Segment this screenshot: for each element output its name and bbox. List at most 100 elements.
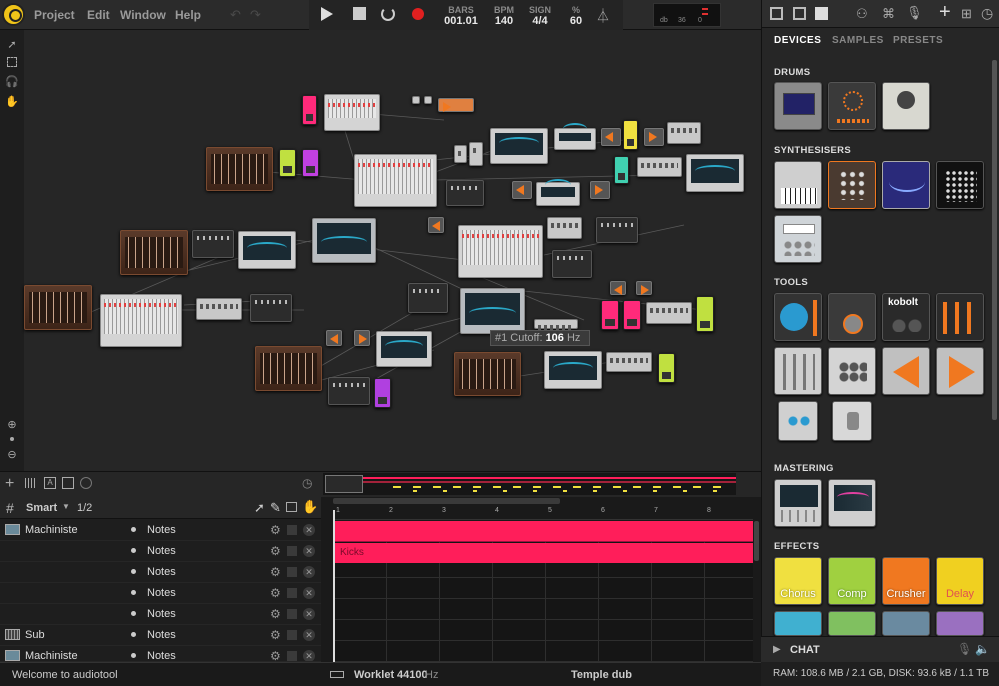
menu-edit[interactable]: Edit: [87, 8, 110, 22]
gear-icon[interactable]: ⚙: [270, 544, 281, 558]
device-panner-right[interactable]: [354, 330, 370, 346]
clock-icon[interactable]: ◷: [302, 476, 312, 490]
note-clip-kicks[interactable]: Kicks: [335, 543, 753, 563]
device-mixer[interactable]: [458, 225, 543, 278]
effect-tile[interactable]: [882, 611, 930, 636]
device-pedal[interactable]: [658, 353, 675, 383]
device-tiny[interactable]: [412, 96, 420, 104]
device-dark-box[interactable]: [408, 283, 448, 313]
device-machiniste[interactable]: [24, 285, 92, 330]
gear-icon[interactable]: ⚙: [270, 586, 281, 600]
close-icon[interactable]: ✕: [303, 524, 315, 536]
bars-value[interactable]: 001.01: [439, 15, 483, 27]
device-panner-left[interactable]: [428, 217, 444, 233]
mute-toggle[interactable]: [287, 546, 297, 556]
zoom-in-icon[interactable]: ⊕: [5, 418, 19, 432]
device-eq[interactable]: [544, 351, 602, 389]
panel-scrollbar[interactable]: [992, 60, 997, 420]
history-icon[interactable]: ◷: [981, 5, 993, 22]
add-icon[interactable]: +: [939, 1, 951, 24]
device-small-box[interactable]: [547, 217, 582, 239]
network-icon[interactable]: ⌘: [882, 6, 895, 22]
track-row[interactable]: Notes ⚙ ✕: [0, 583, 321, 604]
mastering-tile[interactable]: [774, 479, 822, 527]
device-dark-box[interactable]: [446, 180, 484, 206]
effect-comp-tile[interactable]: Comp: [828, 557, 876, 605]
select-tool-icon[interactable]: [7, 57, 17, 67]
device-panner-right[interactable]: [644, 128, 664, 146]
synth-tile[interactable]: [774, 161, 822, 209]
mute-toggle[interactable]: [287, 588, 297, 598]
tool-tile[interactable]: [936, 347, 984, 395]
swing-value[interactable]: 60: [564, 15, 588, 27]
effect-crusher-tile[interactable]: Crusher: [882, 557, 930, 605]
device-eq[interactable]: [536, 179, 580, 206]
device-pedal[interactable]: [614, 156, 629, 184]
pointer-tool-icon[interactable]: ➚: [5, 38, 19, 52]
device-eq[interactable]: [554, 123, 596, 150]
device-panner-right[interactable]: [636, 281, 652, 295]
device-small-box[interactable]: [667, 122, 701, 144]
stop-icon[interactable]: [353, 7, 366, 20]
device-machiniste[interactable]: [206, 147, 273, 191]
device-synth[interactable]: [312, 218, 376, 263]
tool-tile[interactable]: [774, 293, 822, 341]
track-row[interactable]: Machiniste Notes ⚙ ✕: [0, 646, 321, 662]
tool-tile[interactable]: [832, 401, 872, 441]
device-pedal[interactable]: [279, 149, 296, 177]
device-pedal[interactable]: [374, 378, 391, 408]
undo-icon[interactable]: ↶: [230, 7, 241, 23]
close-icon[interactable]: ✕: [303, 545, 315, 557]
synth-tile[interactable]: [774, 215, 822, 263]
device-pedal[interactable]: [623, 300, 641, 330]
drum-machine-tile[interactable]: [882, 82, 930, 130]
synth-tile[interactable]: [936, 161, 984, 209]
mastering-tile[interactable]: [828, 479, 876, 527]
track-row[interactable]: Notes ⚙ ✕: [0, 604, 321, 625]
gear-icon[interactable]: ⚙: [270, 523, 281, 537]
menu-help[interactable]: Help: [175, 8, 201, 22]
tool-tile[interactable]: [774, 347, 822, 395]
device-panner-left[interactable]: [512, 181, 532, 199]
audio-clip-icon[interactable]: [62, 477, 74, 489]
device-machiniste[interactable]: [255, 346, 322, 391]
device-tiny[interactable]: [469, 142, 483, 166]
timeline-ruler[interactable]: 1 2 3 4 5 6 7 8: [333, 506, 753, 520]
chat-expand-icon[interactable]: ▶: [773, 644, 781, 655]
smart-label[interactable]: Smart: [26, 502, 57, 514]
synth-tile[interactable]: [882, 161, 930, 209]
audiotool-logo-icon[interactable]: [2, 3, 25, 26]
layout-3-icon[interactable]: [815, 7, 828, 20]
tool-tile[interactable]: kobolt: [882, 293, 930, 341]
effect-tile[interactable]: [828, 611, 876, 636]
mute-toggle[interactable]: [287, 609, 297, 619]
drum-machine-tile[interactable]: [828, 82, 876, 130]
tool-tile[interactable]: [778, 401, 818, 441]
bpm-value[interactable]: 140: [490, 15, 518, 27]
layout-2-icon[interactable]: [793, 7, 806, 20]
synth-tile[interactable]: [828, 161, 876, 209]
device-dark-box[interactable]: [192, 230, 234, 258]
device-mixer[interactable]: [354, 154, 437, 207]
playhead[interactable]: [333, 510, 335, 662]
device-mixer[interactable]: [100, 294, 182, 347]
device-eq[interactable]: [238, 231, 296, 269]
grid-icon[interactable]: #: [6, 500, 14, 516]
loop-clip-icon[interactable]: [80, 477, 92, 489]
arrow-tool-icon[interactable]: ➚: [254, 500, 265, 516]
device-pedal[interactable]: [601, 300, 619, 330]
track-row[interactable]: Sub Notes ⚙ ✕: [0, 625, 321, 646]
device-eq[interactable]: [376, 331, 432, 367]
tab-devices[interactable]: DEVICES: [774, 35, 821, 46]
device-tiny[interactable]: [424, 96, 432, 104]
microphone-icon[interactable]: 🎙: [906, 5, 923, 21]
tool-tile[interactable]: [882, 347, 930, 395]
device-tiny[interactable]: [454, 145, 467, 163]
effect-tile[interactable]: [936, 611, 984, 636]
close-icon[interactable]: ✕: [303, 587, 315, 599]
automation-icon[interactable]: A: [44, 477, 56, 489]
device-pedal[interactable]: [696, 296, 714, 332]
device-panner-left[interactable]: [326, 330, 342, 346]
note-clip[interactable]: [335, 521, 753, 542]
mute-toggle[interactable]: [287, 630, 297, 640]
